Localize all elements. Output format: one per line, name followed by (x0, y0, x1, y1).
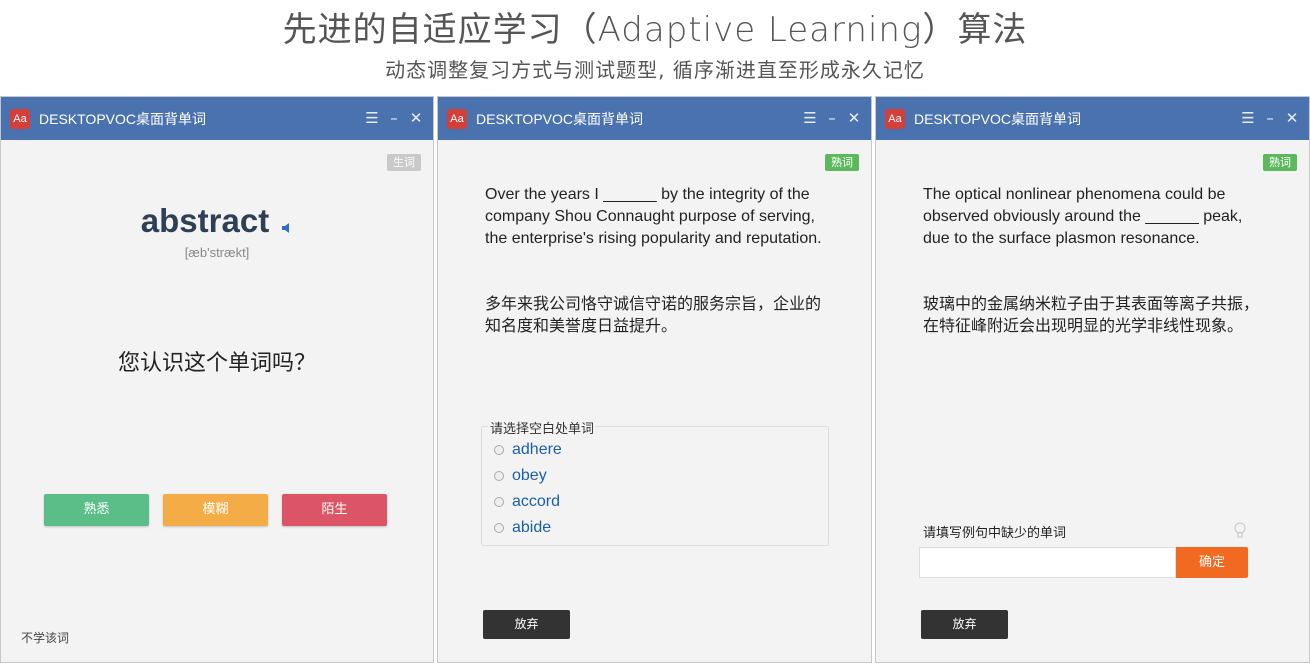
menu-icon[interactable]: ☰ (1241, 108, 1255, 128)
titlebar: Aa DESKTOPVOC桌面背单词 ☰ – ✕ (438, 97, 871, 140)
confirm-button[interactable]: 确定 (1176, 547, 1248, 578)
word-status-badge: 生词 (387, 154, 421, 171)
hint-bulb-icon[interactable] (1233, 522, 1247, 540)
option-label: adhere (512, 441, 562, 458)
recognize-question: 您认识这个单词吗？ (117, 351, 316, 376)
option-label: obey (512, 467, 547, 484)
titlebar: Aa DESKTOPVOC桌面背单词 ☰ – ✕ (876, 97, 1309, 140)
choice-legend: 请选择空白处单词 (488, 418, 597, 437)
radio-button[interactable] (494, 471, 504, 481)
app-logo: Aa (885, 109, 905, 129)
example-sentence: The optical nonlinear phenomena could be… (923, 186, 1243, 247)
minimize-icon[interactable]: – (1263, 108, 1277, 128)
example-sentence: Over the years I ______ by the integrity… (485, 186, 822, 247)
app-title: DESKTOPVOC桌面背单词 (476, 111, 643, 127)
answer-input[interactable] (919, 547, 1176, 578)
option-label: accord (512, 493, 561, 510)
word-status-badge: 熟词 (1263, 154, 1297, 171)
word-text: abstract (140, 202, 270, 239)
unknown-button[interactable]: 陌生 (282, 494, 387, 526)
option-label: abide (512, 519, 552, 536)
radio-button[interactable] (494, 497, 504, 507)
minimize-icon[interactable]: – (387, 108, 401, 128)
close-icon[interactable]: ✕ (847, 108, 861, 128)
window-fill-blank: Aa DESKTOPVOC桌面背单词 ☰ – ✕ 熟词 The optical … (875, 96, 1310, 663)
app-title: DESKTOPVOC桌面背单词 (39, 111, 206, 127)
subheadline: 动态调整复习方式与测试题型, 循序渐进直至形成永久记忆 (385, 58, 925, 82)
fill-label: 请填写例句中缺少的单词 (923, 526, 1067, 541)
window-recognize: Aa DESKTOPVOC桌面背单词 ☰ – ✕ 生词 abstract [æb… (0, 96, 434, 663)
menu-icon[interactable]: ☰ (803, 108, 817, 128)
app-logo: Aa (447, 109, 467, 129)
option-abide[interactable]: abide (494, 517, 551, 539)
option-accord[interactable]: accord (494, 491, 560, 513)
choice-group: 请选择空白处单词 adhere obey accord abide (481, 418, 829, 546)
giveup-button[interactable]: 放弃 (483, 610, 570, 639)
app-title: DESKTOPVOC桌面背单词 (914, 111, 1081, 127)
giveup-button[interactable]: 放弃 (921, 610, 1008, 639)
app-logo: Aa (10, 109, 30, 129)
sentence-translation: 多年来我公司恪守诚信守诺的服务宗旨，企业的知名度和美誉度日益提升。 (485, 294, 822, 335)
option-obey[interactable]: obey (494, 465, 547, 487)
option-adhere[interactable]: adhere (494, 439, 562, 461)
minimize-icon[interactable]: – (825, 108, 839, 128)
sentence-translation: 玻璃中的金属纳米粒子由于其表面等离子共振，在特征峰附近会出现明显的光学非线性现象… (923, 294, 1260, 335)
phonetic-text: [æb'strækt] (184, 245, 250, 260)
word-status-badge: 熟词 (825, 154, 859, 171)
close-icon[interactable]: ✕ (409, 108, 423, 128)
titlebar: Aa DESKTOPVOC桌面背单词 ☰ – ✕ (1, 97, 433, 140)
menu-icon[interactable]: ☰ (365, 108, 379, 128)
close-icon[interactable]: ✕ (1285, 108, 1299, 128)
skip-word-link[interactable]: 不学该词 (21, 629, 69, 646)
familiar-button[interactable]: 熟悉 (44, 494, 149, 526)
radio-button[interactable] (494, 445, 504, 455)
window-choice: Aa DESKTOPVOC桌面背单词 ☰ – ✕ 熟词 Over the yea… (437, 96, 872, 663)
speaker-icon[interactable] (281, 222, 293, 234)
headline: 先进的自适应学习（Adaptive Learning）算法 (282, 10, 1028, 50)
vague-button[interactable]: 模糊 (163, 494, 268, 526)
radio-button[interactable] (494, 523, 504, 533)
